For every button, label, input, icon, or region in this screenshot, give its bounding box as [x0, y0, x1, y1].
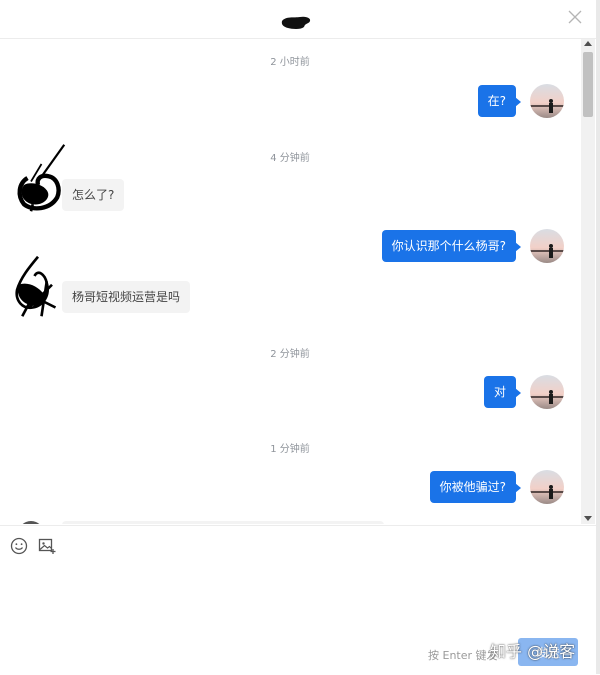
close-icon[interactable] — [566, 8, 584, 26]
message-bubble-incoming[interactable]: 杨哥短视频运营是吗 — [62, 281, 191, 313]
window-edge — [596, 0, 600, 674]
chat-header — [0, 0, 600, 39]
message-bubble-outgoing[interactable]: 对 — [483, 376, 522, 408]
avatar[interactable] — [18, 521, 44, 524]
scroll-down-arrow-icon[interactable] — [584, 516, 592, 521]
send-button[interactable]: 发送 — [518, 638, 578, 666]
timestamp: 4 分钟前 — [270, 153, 310, 164]
redacted-title — [281, 16, 311, 29]
message-bubble-outgoing[interactable]: 在? — [477, 85, 522, 117]
message-bubble-incoming[interactable]: 怎么了? — [62, 179, 125, 211]
timestamp: 2 分钟前 — [270, 349, 310, 360]
emoji-icon[interactable] — [9, 536, 29, 556]
message-bubble-incoming[interactable] — [62, 521, 384, 524]
message-list[interactable]: 2 小时前 在? 4 分钟前 怎么了? 你认识那个什么杨哥? 杨哥短视频运营是吗… — [0, 39, 580, 524]
message-composer[interactable]: 按 Enter 键发 发送 知乎 @说客 — [0, 525, 596, 675]
scroll-up-arrow-icon[interactable] — [584, 41, 592, 46]
message-scrollbar[interactable] — [581, 39, 595, 524]
timestamp: 1 分钟前 — [270, 444, 310, 455]
message-bubble-outgoing[interactable]: 你认识那个什么杨哥? — [381, 230, 522, 262]
timestamp: 2 小时前 — [270, 57, 310, 68]
message-bubble-outgoing[interactable]: 你被他骗过? — [429, 471, 522, 503]
avatar[interactable] — [530, 375, 564, 409]
avatar-scribbled[interactable] — [8, 255, 68, 325]
avatar-scribbled[interactable] — [8, 143, 68, 213]
send-hint: 按 Enter 键发 — [428, 649, 498, 662]
avatar[interactable] — [530, 84, 564, 118]
scroll-thumb[interactable] — [583, 52, 593, 117]
avatar[interactable] — [530, 470, 564, 504]
image-upload-icon[interactable] — [37, 536, 57, 556]
avatar[interactable] — [530, 229, 564, 263]
